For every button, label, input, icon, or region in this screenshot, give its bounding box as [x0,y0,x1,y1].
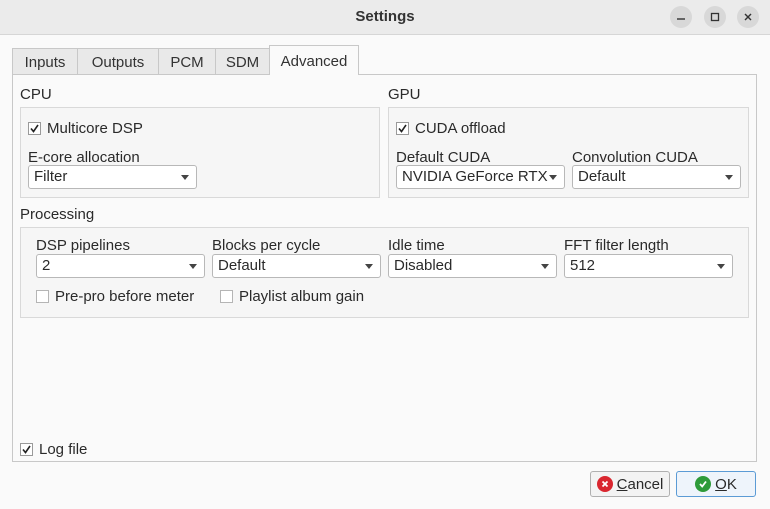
checkbox-box [36,290,49,303]
log-file-label: Log file [39,441,88,458]
close-icon [744,13,752,21]
ecore-allocation-select[interactable]: Filter [28,165,197,189]
cancel-mnemonic: C [616,475,628,493]
chevron-down-icon [189,264,197,269]
tab-advanced[interactable]: Advanced [269,45,359,75]
ecore-allocation-value: Filter [34,168,68,185]
tab-inputs[interactable]: Inputs [12,48,78,74]
ok-mnemonic: O [715,475,727,493]
tab-pcm[interactable]: PCM [158,48,216,74]
title-bar: Settings [0,0,770,35]
chevron-down-icon [365,264,373,269]
fft-filter-length-value: 512 [570,257,596,274]
idle-time-select[interactable]: Disabled [388,254,557,278]
cancel-icon [596,476,613,492]
cancel-button[interactable]: Cancel [590,471,670,497]
idle-time-label: Idle time [388,237,445,254]
checkbox-box [220,290,233,303]
gpu-group-title: GPU [388,86,421,103]
default-cuda-value: NVIDIA GeForce RTX [402,168,548,185]
convolution-cuda-value: Default [578,168,626,185]
chevron-down-icon [541,264,549,269]
window-title: Settings [355,8,415,25]
blocks-per-cycle-value: Default [218,257,266,274]
log-file-checkbox[interactable]: Log file [20,441,87,458]
ok-label: K [726,475,737,493]
chevron-down-icon [717,264,725,269]
maximize-button[interactable] [704,6,726,28]
playlist-album-gain-label: Playlist album gain [239,288,365,305]
multicore-dsp-checkbox[interactable]: Multicore DSP [28,120,143,137]
fft-filter-length-select[interactable]: 512 [564,254,733,278]
minimize-icon [677,18,685,20]
maximize-icon [710,12,720,22]
chevron-down-icon [181,175,189,180]
close-button[interactable] [737,6,759,28]
cpu-group-title: CPU [20,86,52,103]
convolution-cuda-select[interactable]: Default [572,165,741,189]
cancel-label: ancel [627,475,664,493]
dsp-pipelines-label: DSP pipelines [36,237,130,254]
dsp-pipelines-select[interactable]: 2 [36,254,205,278]
fft-filter-length-label: FFT filter length [564,237,669,254]
blocks-per-cycle-select[interactable]: Default [212,254,381,278]
cuda-offload-label: CUDA offload [415,120,506,137]
default-cuda-select[interactable]: NVIDIA GeForce RTX [396,165,565,189]
tab-sdm[interactable]: SDM [215,48,270,74]
dsp-pipelines-value: 2 [42,257,51,274]
minimize-button[interactable] [670,6,692,28]
ecore-allocation-label: E-core allocation [28,149,140,166]
idle-time-value: Disabled [394,257,453,274]
prepro-before-meter-checkbox[interactable]: Pre-pro before meter [36,288,194,305]
playlist-album-gain-checkbox[interactable]: Playlist album gain [220,288,364,305]
ok-icon [695,476,712,492]
checkbox-check-icon [28,122,41,135]
multicore-dsp-label: Multicore DSP [47,120,143,137]
prepro-before-meter-label: Pre-pro before meter [55,288,195,305]
checkbox-check-icon [20,443,33,456]
chevron-down-icon [549,175,557,180]
default-cuda-label: Default CUDA [396,149,491,166]
tab-outputs[interactable]: Outputs [77,48,159,74]
cuda-offload-checkbox[interactable]: CUDA offload [396,120,506,137]
chevron-down-icon [725,175,733,180]
processing-group-title: Processing [20,206,95,223]
checkbox-check-icon [396,122,409,135]
convolution-cuda-label: Convolution CUDA [572,149,698,166]
blocks-per-cycle-label: Blocks per cycle [212,237,321,254]
ok-button[interactable]: OK [676,471,756,497]
